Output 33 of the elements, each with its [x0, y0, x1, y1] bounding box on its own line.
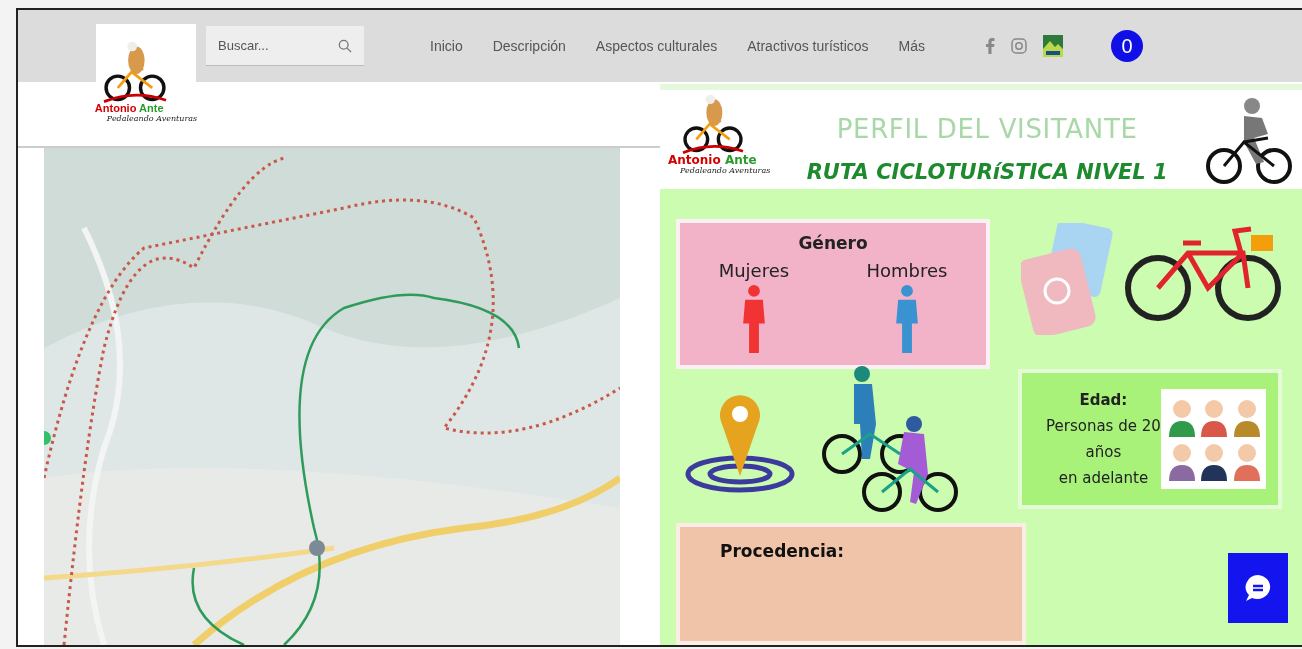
avatar-icon [1201, 441, 1228, 481]
search-field[interactable]: Buscar... [206, 26, 364, 66]
gender-label: Hombres [866, 258, 948, 283]
age-heading: Edad: [1079, 390, 1128, 411]
logo-name: Antonio Ante [94, 102, 164, 114]
cart-count-badge[interactable]: 0 [1111, 30, 1144, 62]
age-text: en adelante [1058, 468, 1149, 489]
avatar-icon [1233, 397, 1260, 437]
nav-link[interactable]: Aspectos culturales [595, 35, 718, 57]
avatar-icon [1201, 397, 1228, 437]
origin-heading: Procedencia: [720, 540, 845, 563]
gender-label: Mujeres [718, 258, 790, 283]
age-text: Personas de 20 [1046, 416, 1161, 437]
nav-link[interactable]: Atractivos turísticos [747, 35, 869, 57]
logo-tagline: Pedaleando Aventuras [679, 166, 771, 176]
avatar-icon [1168, 441, 1195, 481]
avatar-icon [1168, 397, 1195, 437]
infographic-subtitle: RUTA CICLOTURíSTICA NIVEL 1 [806, 159, 1168, 186]
chat-button[interactable] [1228, 553, 1288, 623]
instagram-icon[interactable] [1011, 38, 1028, 54]
infographic-title: PERFIL DEL VISITANTE [836, 113, 1138, 146]
logo-name: Antonio Ante [668, 154, 757, 166]
nav-link[interactable]: Descripción [492, 35, 566, 57]
nav-link[interactable]: Inicio [430, 35, 463, 57]
avatar-icon [1233, 441, 1260, 481]
chat-icon [1243, 573, 1273, 603]
landscape-icon[interactable] [1043, 35, 1064, 57]
facebook-icon[interactable] [985, 38, 996, 54]
gender-heading: Género [798, 232, 868, 255]
search-icon [338, 39, 352, 53]
logo-tagline: Pedaleando Aventuras [105, 113, 198, 124]
nav-link[interactable]: Más [898, 35, 926, 57]
age-text: años [1085, 442, 1122, 463]
